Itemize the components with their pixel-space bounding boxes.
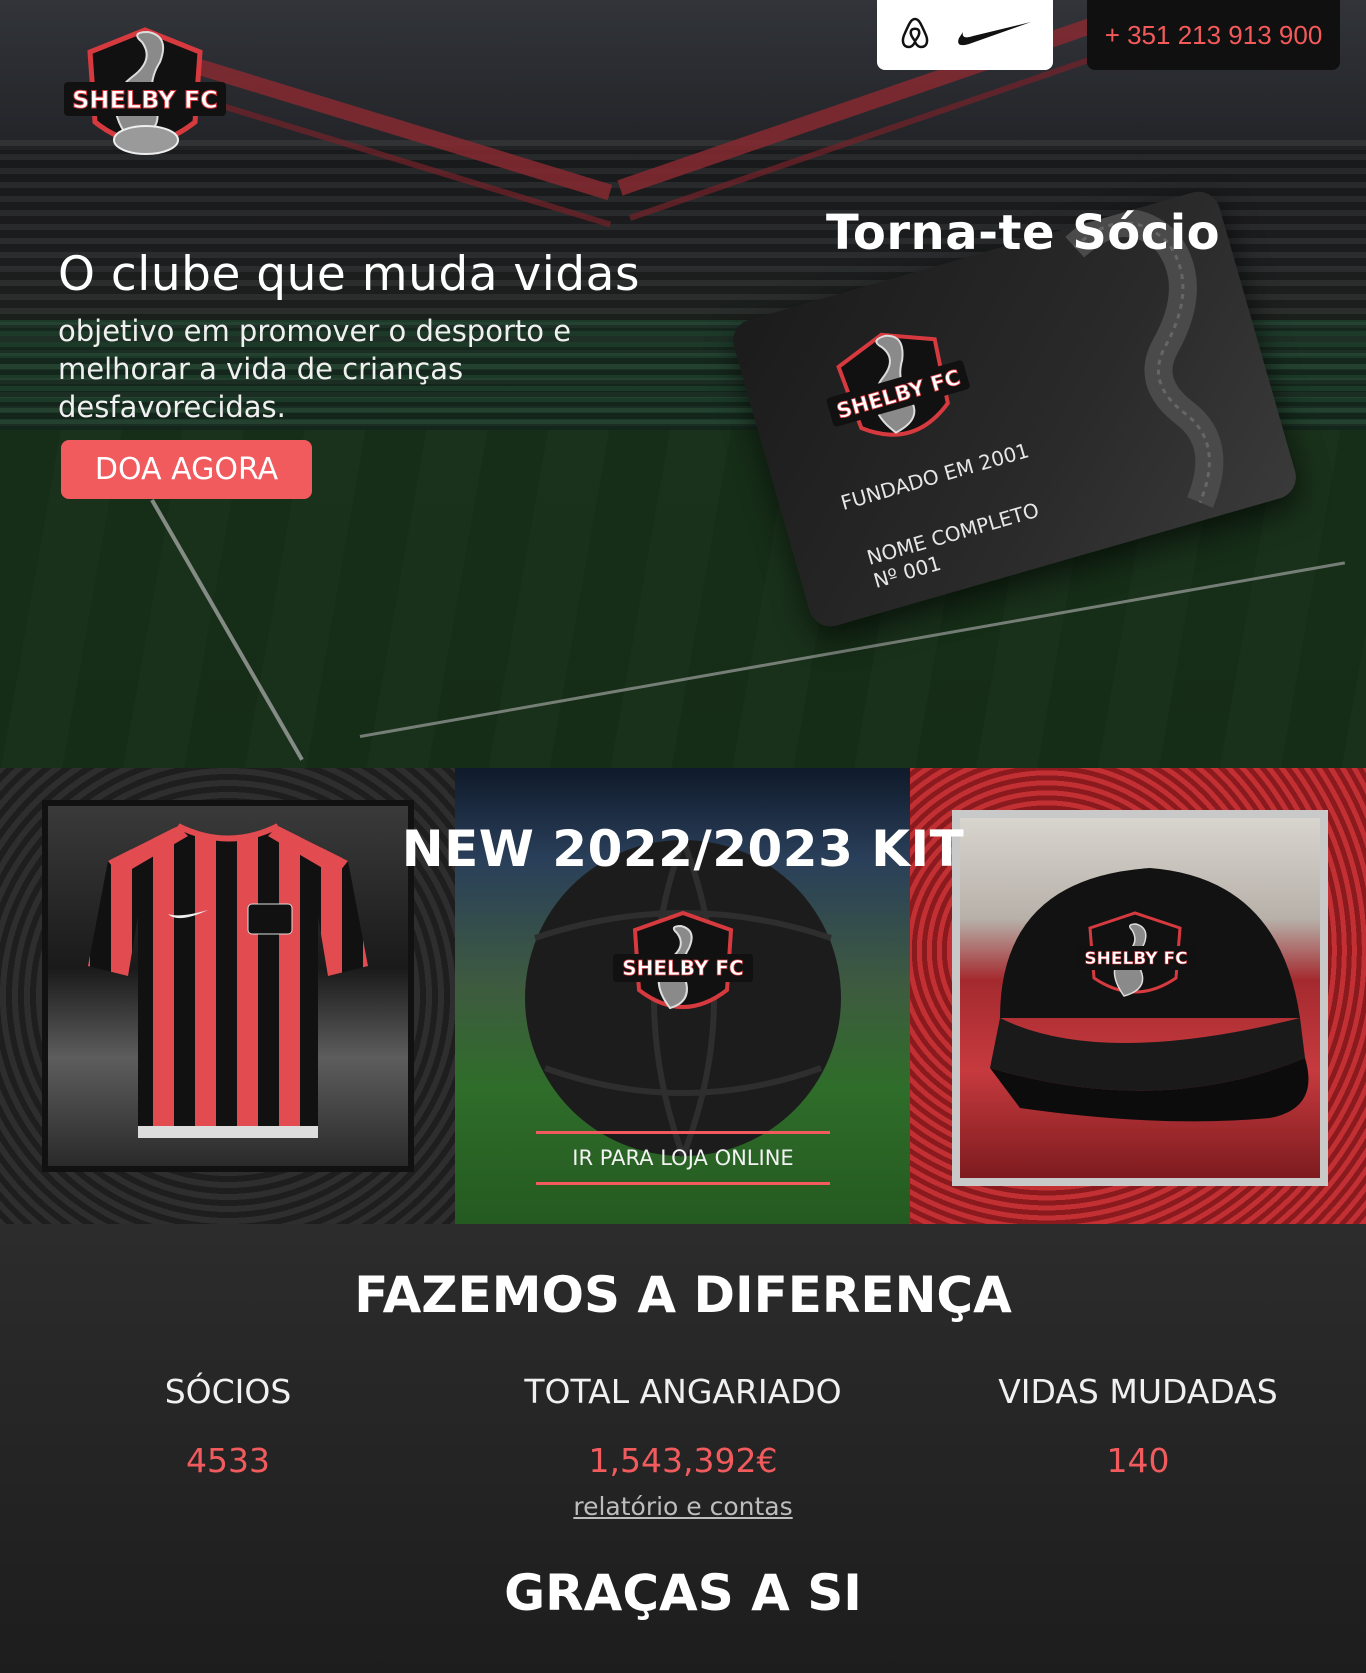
kit-section: SHELBY FC SHELBY FC NEW 2022/2023 KIT IR…: [0, 768, 1366, 1224]
club-logo[interactable]: SHELBY FC: [60, 22, 230, 170]
kit-title: NEW 2022/2023 KIT: [401, 820, 965, 878]
cap-logo-text: SHELBY FC: [1084, 949, 1187, 969]
sponsor-bar: [877, 0, 1053, 70]
ball-logo-text: SHELBY FC: [622, 956, 743, 980]
stat-total-raised: TOTAL ANGARIADO 1,543,392€: [473, 1372, 893, 1480]
club-logo-text: SHELBY FC: [72, 86, 218, 114]
donate-button[interactable]: DOA AGORA: [61, 440, 312, 499]
stat-label: SÓCIOS: [164, 1372, 292, 1411]
report-link[interactable]: relatório e contas: [0, 1492, 1366, 1521]
card-logo: SHELBY FC: [826, 332, 970, 437]
hero-section: SHELBY FC + 351 213 913 900 O clube que …: [0, 0, 1366, 768]
stat-label: VIDAS MUDADAS: [998, 1372, 1278, 1411]
stat-label: TOTAL ANGARIADO: [524, 1372, 842, 1411]
online-shop-link[interactable]: IR PARA LOJA ONLINE: [536, 1131, 830, 1185]
stat-value: 140: [1106, 1441, 1170, 1480]
stat-members: SÓCIOS 4533: [18, 1372, 438, 1480]
airbnb-icon[interactable]: [897, 15, 933, 55]
impact-title: FAZEMOS A DIFERENÇA: [354, 1266, 1012, 1324]
stat-value: 1,543,392€: [588, 1441, 778, 1480]
hero-title: O clube que muda vidas: [58, 247, 640, 302]
nike-icon[interactable]: [955, 18, 1033, 52]
stat-value: 4533: [186, 1441, 270, 1480]
impact-section: FAZEMOS A DIFERENÇA SÓCIOS 4533 TOTAL AN…: [0, 1224, 1366, 1673]
phone-number[interactable]: + 351 213 913 900: [1087, 0, 1340, 70]
hero-subtitle: objetivo em promover o desporto e melhor…: [58, 314, 572, 424]
thanks-title: GRAÇAS A SI: [504, 1564, 862, 1622]
stat-lives-changed: VIDAS MUDADAS 140: [928, 1372, 1348, 1480]
membership-title[interactable]: Torna-te Sócio: [826, 205, 1220, 261]
